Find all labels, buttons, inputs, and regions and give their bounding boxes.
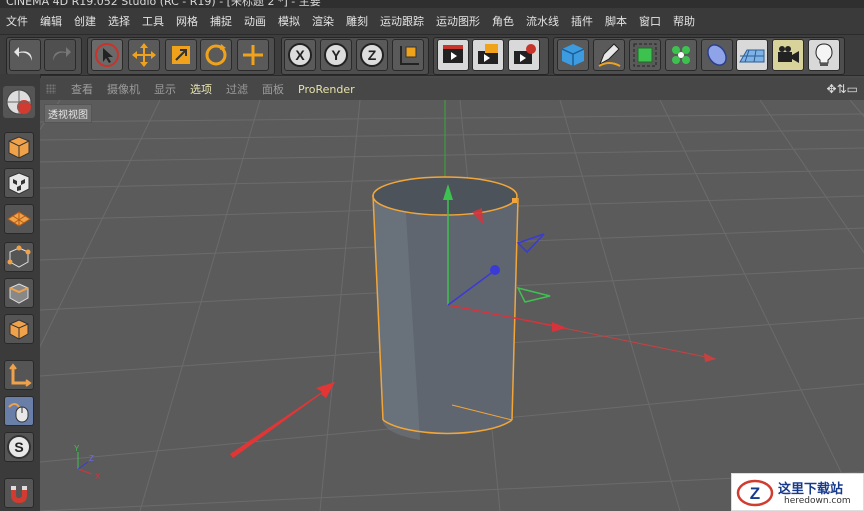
deformer-icon[interactable]: [701, 39, 733, 71]
redo-icon[interactable]: [44, 39, 76, 71]
subdivision-surface-icon[interactable]: [629, 39, 661, 71]
viewport-menu-panel[interactable]: 面板: [255, 81, 291, 97]
cube-icon[interactable]: [557, 39, 589, 71]
menu-pipeline[interactable]: 流水线: [520, 13, 565, 29]
edges-mode-icon[interactable]: [4, 278, 34, 308]
render-settings-icon[interactable]: [508, 39, 540, 71]
x-axis-label: X: [295, 47, 305, 63]
watermark-logo-letter: Z: [750, 484, 760, 503]
menu-create[interactable]: 创建: [68, 13, 102, 29]
texture-mode-icon[interactable]: [4, 168, 34, 198]
watermark: Z 这里下载站 heredown.com: [731, 473, 864, 511]
annotation-arrow: [230, 382, 335, 458]
menu-window[interactable]: 窗口: [633, 13, 667, 29]
web-globe-icon[interactable]: [3, 86, 35, 118]
axis-mode-icon[interactable]: [4, 360, 34, 390]
menu-file[interactable]: 文件: [0, 13, 34, 29]
left-toolbar: S: [0, 74, 41, 511]
menu-edit[interactable]: 编辑: [34, 13, 68, 29]
title-bar: CINEMA 4D R19.052 Studio (RC - R19) - [未…: [0, 0, 864, 8]
model-mode-icon[interactable]: [4, 132, 34, 162]
viewport-label: 透视视图: [44, 104, 92, 123]
snap-icon[interactable]: [4, 478, 34, 508]
perspective-viewport[interactable]: Y X Z: [40, 100, 864, 511]
menu-help[interactable]: 帮助: [667, 13, 701, 29]
solo-icon[interactable]: S: [4, 432, 34, 462]
svg-text:S: S: [14, 439, 23, 455]
menu-character[interactable]: 角色: [486, 13, 520, 29]
menu-tools[interactable]: 工具: [136, 13, 170, 29]
watermark-logo: Z: [736, 479, 774, 507]
viewport-menu-bar: 查看 摄像机 显示 选项 过滤 面板 ProRender ✥⇅▭: [40, 78, 864, 100]
watermark-url: heredown.com: [784, 496, 851, 506]
recent-tool-icon[interactable]: [237, 39, 269, 71]
menu-select[interactable]: 选择: [102, 13, 136, 29]
viewport-menu-options[interactable]: 选项: [183, 81, 219, 97]
live-selection-icon[interactable]: [91, 39, 123, 71]
y-axis-label: Y: [331, 47, 341, 63]
world-x-arrow: [704, 353, 716, 362]
drag-grip-icon[interactable]: [46, 84, 56, 94]
menu-plugins[interactable]: 插件: [565, 13, 599, 29]
polygons-mode-icon[interactable]: [4, 314, 34, 344]
orientation-gizmo: Y X Z: [74, 444, 101, 481]
rotate-icon[interactable]: [200, 39, 232, 71]
viewport-menu-prorender[interactable]: ProRender: [291, 83, 362, 96]
y-axis-lock-icon[interactable]: Y: [320, 39, 352, 71]
undo-icon[interactable]: [9, 39, 41, 71]
viewport-menu-display[interactable]: 显示: [147, 81, 183, 97]
menu-motion-tracker[interactable]: 运动跟踪: [374, 13, 430, 29]
floor-icon[interactable]: [736, 39, 768, 71]
gizmo-z-label: Z: [89, 454, 94, 463]
menu-sculpt[interactable]: 雕刻: [340, 13, 374, 29]
viewport-navigation-icon[interactable]: ✥⇅▭: [827, 82, 864, 96]
gizmo-y-label: Y: [74, 444, 80, 453]
menu-snap[interactable]: 捕捉: [204, 13, 238, 29]
menu-animate[interactable]: 动画: [238, 13, 272, 29]
workplane-mode-icon[interactable]: [4, 204, 34, 234]
viewport-canvas[interactable]: Y X Z: [40, 100, 864, 511]
tweak-mode-icon[interactable]: [4, 396, 34, 426]
cloner-icon[interactable]: [665, 39, 697, 71]
menu-script[interactable]: 脚本: [599, 13, 633, 29]
window-title: CINEMA 4D R19.052 Studio (RC - R19) - [未…: [6, 0, 321, 8]
watermark-text: 这里下载站: [778, 482, 844, 497]
main-toolbar: X Y Z: [0, 34, 864, 76]
menu-simulate[interactable]: 模拟: [272, 13, 306, 29]
scale-icon[interactable]: [165, 39, 197, 71]
render-to-picture-viewer-icon[interactable]: [472, 39, 504, 71]
points-mode-icon[interactable]: [4, 242, 34, 272]
light-icon[interactable]: [808, 39, 840, 71]
viewport-menu-cameras[interactable]: 摄像机: [100, 81, 147, 97]
menu-bar: 文件 编辑 创建 选择 工具 网格 捕捉 动画 模拟 渲染 雕刻 运动跟踪 运动…: [0, 8, 864, 34]
viewport-menu-filter[interactable]: 过滤: [219, 81, 255, 97]
cylinder-object[interactable]: [372, 176, 519, 440]
pen-icon[interactable]: [593, 39, 625, 71]
menu-mograph[interactable]: 运动图形: [430, 13, 486, 29]
render-view-icon[interactable]: [437, 39, 469, 71]
z-axis-lock-icon[interactable]: Z: [356, 39, 388, 71]
menu-mesh[interactable]: 网格: [170, 13, 204, 29]
gizmo-x-label: X: [95, 472, 101, 481]
z-axis-label: Z: [368, 47, 377, 63]
camera-icon[interactable]: [772, 39, 804, 71]
move-icon[interactable]: [128, 39, 160, 71]
x-axis-lock-icon[interactable]: X: [284, 39, 316, 71]
menu-render[interactable]: 渲染: [306, 13, 340, 29]
viewport-menu-view[interactable]: 查看: [64, 81, 100, 97]
coordinate-system-icon[interactable]: [392, 39, 424, 71]
